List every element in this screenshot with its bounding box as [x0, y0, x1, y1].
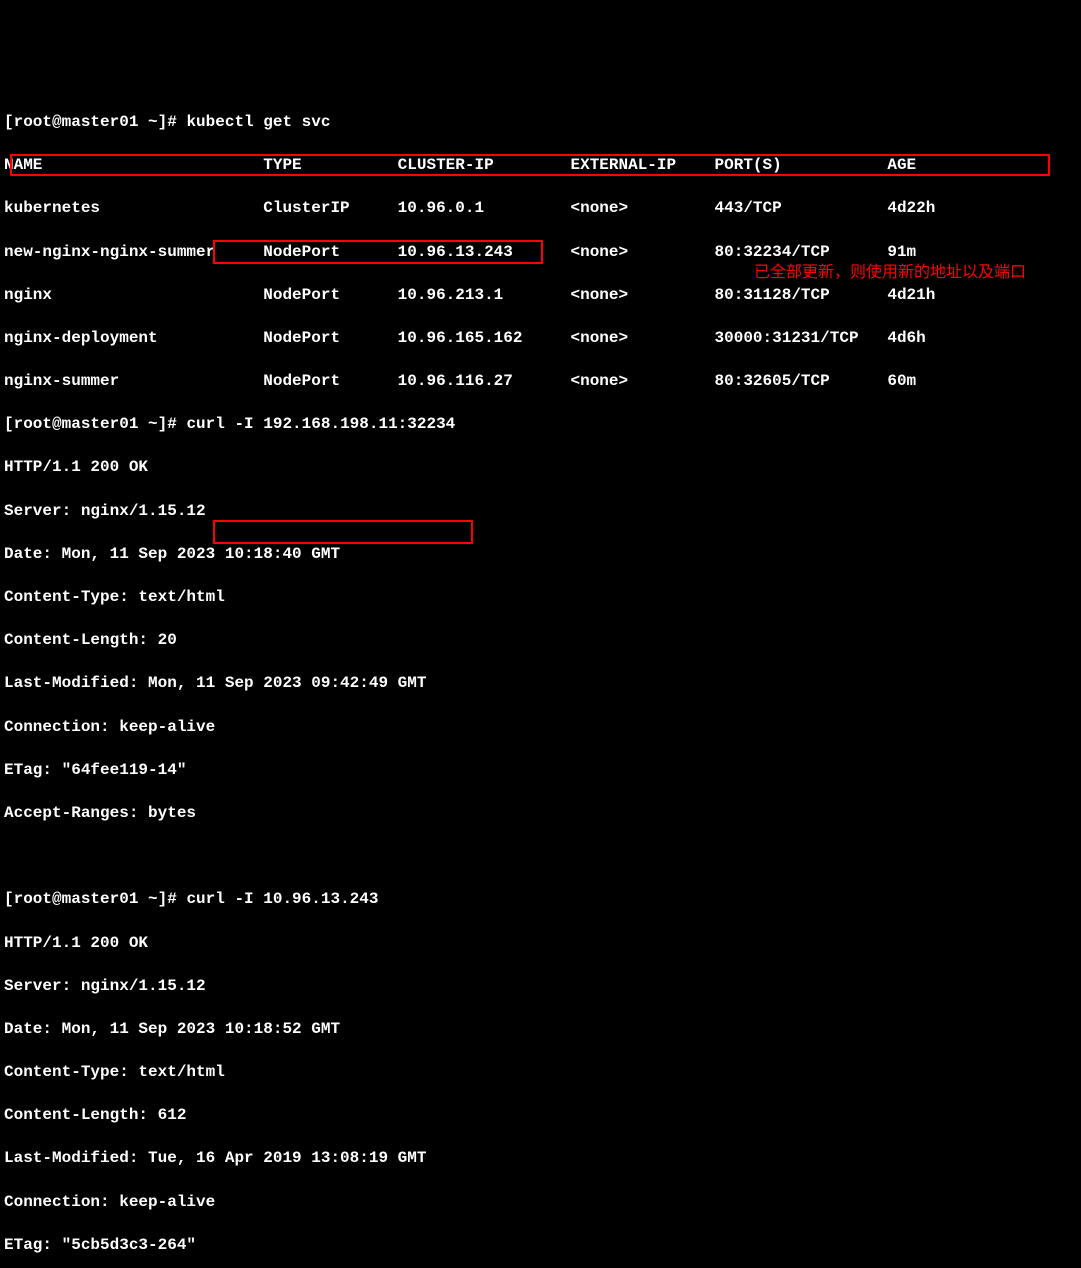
output-line: Content-Length: 612	[4, 1105, 1077, 1127]
output-line: Server: nginx/1.15.12	[4, 976, 1077, 998]
command-text: kubectl get svc	[186, 113, 330, 131]
terminal-output[interactable]: [root@master01 ~]# kubectl get svc NAME …	[4, 90, 1077, 1268]
output-line: Date: Mon, 11 Sep 2023 10:18:40 GMT	[4, 544, 1077, 566]
output-line: Content-Type: text/html	[4, 587, 1077, 609]
output-line: Accept-Ranges: bytes	[4, 803, 1077, 825]
table-header-row: NAME TYPE CLUSTER-IP EXTERNAL-IP PORT(S)…	[4, 155, 1077, 177]
table-row: new-nginx-nginx-summer NodePort 10.96.13…	[4, 242, 1077, 264]
output-line: Date: Mon, 11 Sep 2023 10:18:52 GMT	[4, 1019, 1077, 1041]
highlight-box	[213, 520, 473, 544]
output-line: Content-Type: text/html	[4, 1062, 1077, 1084]
prompt: [root@master01 ~]#	[4, 890, 186, 908]
output-line: Connection: keep-alive	[4, 1192, 1077, 1214]
table-row: nginx NodePort 10.96.213.1 <none> 80:311…	[4, 285, 1077, 307]
output-line: Connection: keep-alive	[4, 717, 1077, 739]
output-line: Last-Modified: Mon, 11 Sep 2023 09:42:49…	[4, 673, 1077, 695]
output-line: ETag: "5cb5d3c3-264"	[4, 1235, 1077, 1257]
output-line: Content-Length: 20	[4, 630, 1077, 652]
prompt: [root@master01 ~]#	[4, 415, 186, 433]
output-line: HTTP/1.1 200 OK	[4, 457, 1077, 479]
output-line: Last-Modified: Tue, 16 Apr 2019 13:08:19…	[4, 1148, 1077, 1170]
command-text: curl -I 192.168.198.11:32234	[186, 415, 455, 433]
output-line: Server: nginx/1.15.12	[4, 501, 1077, 523]
table-row: nginx-summer NodePort 10.96.116.27 <none…	[4, 371, 1077, 393]
table-row: kubernetes ClusterIP 10.96.0.1 <none> 44…	[4, 198, 1077, 220]
table-row: nginx-deployment NodePort 10.96.165.162 …	[4, 328, 1077, 350]
command-text: curl -I 10.96.13.243	[186, 890, 378, 908]
prompt: [root@master01 ~]#	[4, 113, 186, 131]
output-line: HTTP/1.1 200 OK	[4, 933, 1077, 955]
annotation-text: 已全部更新，则使用新的地址以及端口	[754, 262, 1026, 284]
blank-line	[4, 846, 1077, 868]
output-line: ETag: "64fee119-14"	[4, 760, 1077, 782]
